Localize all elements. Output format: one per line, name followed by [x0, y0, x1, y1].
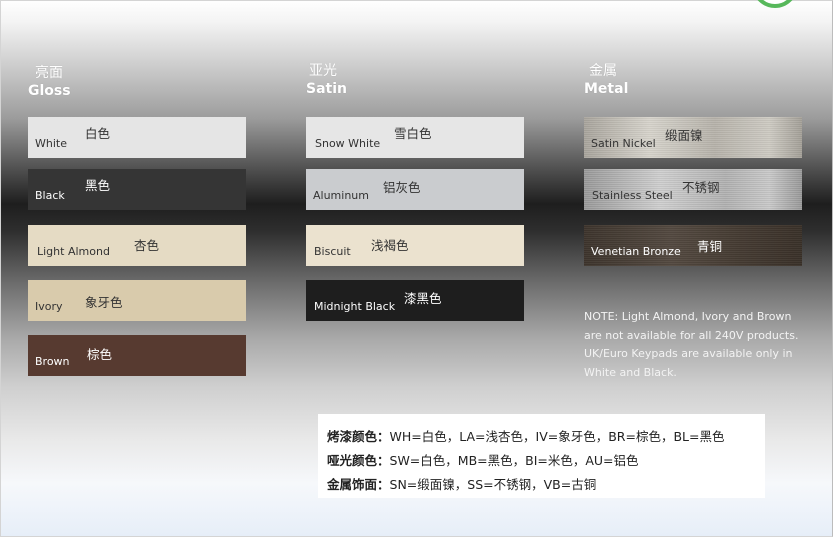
legend-row-satin: 哑光颜色：SW=白色，MB=黑色，BI=米色，AU=铝色 [327, 449, 765, 473]
swatch-label-en: Venetian Bronze [591, 245, 681, 258]
swatch-metal-satin-nickel: Satin Nickel 缎面镍 [584, 117, 802, 158]
swatch-gloss-brown: Brown 棕色 [28, 335, 246, 376]
swatch-gloss-light-almond: Light Almond 杏色 [28, 225, 246, 266]
swatch-gloss-white: White 白色 [28, 117, 246, 158]
swatch-label-cn: 铝灰色 [383, 180, 421, 195]
metal-title-cn: 金属 [589, 63, 617, 79]
legend-text: WH=白色，LA=浅杏色，IV=象牙色，BR=棕色，BL=黑色 [389, 429, 725, 444]
gloss-heading: 亮面 Gloss [28, 64, 71, 100]
swatch-label-en: Ivory [35, 300, 63, 313]
swatch-label-en: Light Almond [37, 245, 110, 258]
swatch-label-en: Satin Nickel [591, 137, 656, 150]
swatch-satin-snow-white: Snow White 雪白色 [306, 117, 524, 158]
swatch-label-en: Aluminum [313, 189, 369, 202]
satin-title-cn: 亚光 [309, 63, 337, 79]
gloss-title-en: Gloss [28, 83, 71, 99]
swatch-satin-midnight-black: Midnight Black 漆黑色 [306, 280, 524, 321]
metal-title-en: Metal [584, 81, 629, 97]
swatch-label-cn: 雪白色 [394, 126, 432, 141]
satin-heading: 亚光 Satin [306, 62, 347, 98]
swatch-gloss-ivory: Ivory 象牙色 [28, 280, 246, 321]
gloss-title-cn: 亮面 [35, 65, 63, 81]
legend-label: 烤漆颜色： [327, 429, 390, 444]
swatch-label-en: Snow White [315, 137, 381, 150]
swatch-label-cn: 杏色 [134, 238, 160, 253]
swatch-label-cn: 象牙色 [85, 295, 123, 310]
swatch-label-cn: 青铜 [697, 239, 723, 254]
swatch-label-en: Midnight Black [314, 300, 396, 313]
swatch-gloss-black: Black 黑色 [28, 169, 246, 210]
swatch-label-cn: 不锈钢 [682, 180, 720, 195]
swatch-satin-aluminum: Aluminum 铝灰色 [306, 169, 524, 210]
legend-text: SW=白色，MB=黑色，BI=米色，AU=铝色 [389, 453, 639, 468]
legend-label: 金属饰面： [327, 477, 390, 492]
swatch-label-cn: 漆黑色 [404, 291, 442, 306]
metal-heading: 金属 Metal [584, 62, 628, 98]
swatch-label-cn: 白色 [85, 126, 111, 141]
availability-note: NOTE: Light Almond, Ivory and Brown are … [584, 310, 799, 379]
legend-row-gloss: 烤漆颜色：WH=白色，LA=浅杏色，IV=象牙色，BR=棕色，BL=黑色 [327, 425, 765, 449]
swatch-label-en: Black [35, 189, 65, 202]
legend-row-metal: 金属饰面：SN=缎面镍，SS=不锈钢，VB=古铜 [327, 473, 765, 497]
swatch-label-cn: 棕色 [87, 347, 113, 362]
legend-label: 哑光颜色： [327, 453, 390, 468]
swatch-label-en: Stainless Steel [592, 189, 673, 202]
swatch-label-cn: 黑色 [85, 178, 111, 193]
legend-text: SN=缎面镍，SS=不锈钢，VB=古铜 [389, 477, 597, 492]
satin-title-en: Satin [306, 81, 347, 97]
swatch-metal-stainless-steel: Stainless Steel 不锈钢 [584, 169, 802, 210]
swatch-metal-venetian-bronze: Venetian Bronze 青铜 [584, 225, 802, 266]
swatch-label-cn: 浅褐色 [371, 238, 409, 253]
swatch-label-en: Biscuit [314, 245, 351, 258]
swatch-satin-biscuit: Biscuit 浅褐色 [306, 225, 524, 266]
swatch-label-en: White [35, 137, 67, 150]
brand-logo [752, 0, 798, 8]
swatch-label-en: Brown [35, 355, 70, 368]
swatch-label-cn: 缎面镍 [665, 128, 703, 143]
color-code-legend: 烤漆颜色：WH=白色，LA=浅杏色，IV=象牙色，BR=棕色，BL=黑色 哑光颜… [318, 414, 765, 498]
